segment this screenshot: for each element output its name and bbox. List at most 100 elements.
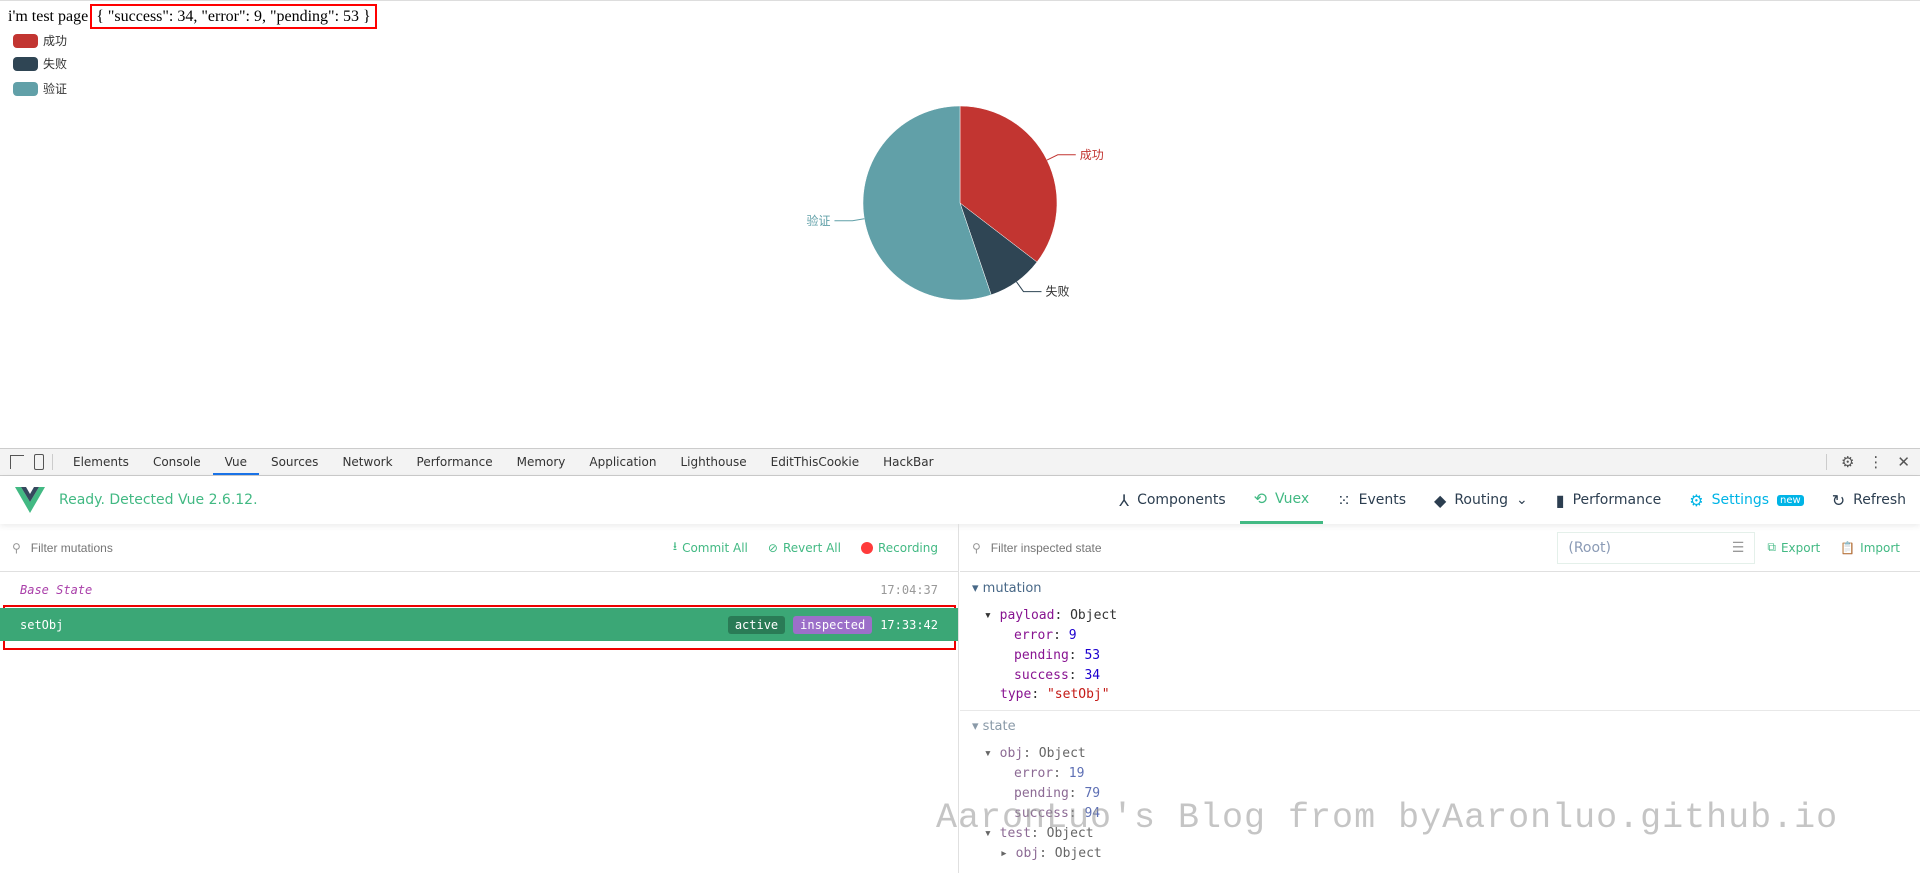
label: Commit All bbox=[682, 540, 748, 555]
revert-all-button[interactable]: ⊘ Revert All bbox=[768, 541, 841, 555]
devtools-tabbar: Elements Console Vue Sources Network Performa… bbox=[0, 449, 1920, 476]
pie-label: 验证 bbox=[806, 213, 830, 228]
legend-swatch bbox=[13, 33, 38, 48]
inspect-element-icon[interactable] bbox=[10, 455, 24, 469]
label-line bbox=[834, 218, 865, 222]
label-line bbox=[1046, 154, 1076, 161]
nav-events[interactable]: ⁙ Events bbox=[1323, 476, 1420, 524]
search-icon: ⚲ bbox=[972, 540, 981, 555]
pie-label: 失败 bbox=[1045, 284, 1069, 299]
chart-icon: ▮ bbox=[1555, 490, 1565, 510]
legend-item-error[interactable]: 失败 bbox=[13, 55, 67, 72]
new-badge: new bbox=[1777, 494, 1804, 506]
download-icon: ⭳ bbox=[672, 539, 678, 553]
key: payload bbox=[999, 608, 1055, 623]
more-options-icon[interactable]: ⋮ bbox=[1868, 453, 1883, 471]
tab-application[interactable]: Application bbox=[577, 449, 668, 475]
state-section[interactable]: ▾ state bbox=[972, 719, 1016, 734]
legend-swatch bbox=[13, 81, 38, 96]
components-icon: ⅄ bbox=[1119, 490, 1130, 510]
tab-editthiscookie[interactable]: EditThisCookie bbox=[759, 449, 872, 475]
close-icon[interactable]: ✕ bbox=[1897, 453, 1910, 471]
value: Object bbox=[1038, 746, 1086, 761]
vue-status: Ready. Detected Vue 2.6.12. bbox=[59, 492, 258, 508]
record-icon bbox=[860, 541, 873, 554]
mutation-type: type: "setObj" bbox=[1000, 687, 1110, 702]
tab-vue[interactable]: Vue bbox=[212, 449, 259, 475]
mutation-item-setobj[interactable]: setObj active inspected 17:33:42 bbox=[0, 608, 958, 641]
legend-item-pending[interactable]: 验证 bbox=[13, 80, 67, 97]
tab-network[interactable]: Network bbox=[330, 449, 404, 475]
nav-label: Vuex bbox=[1275, 490, 1310, 507]
clipboard-icon: 📋 bbox=[1840, 540, 1856, 555]
divider bbox=[960, 710, 1920, 711]
nav-performance[interactable]: ▮ Performance bbox=[1542, 476, 1676, 524]
nav-settings[interactable]: ⚙ Settings new bbox=[1675, 476, 1817, 524]
device-toolbar-icon[interactable] bbox=[34, 454, 44, 470]
payload-node[interactable]: ▾ payload: Object bbox=[984, 608, 1117, 623]
tab-elements[interactable]: Elements bbox=[61, 449, 141, 475]
label: Revert All bbox=[782, 540, 841, 555]
legend-swatch bbox=[13, 56, 38, 71]
payload-pending: pending: 53 bbox=[1014, 648, 1101, 663]
state-error: error: 19 bbox=[1014, 766, 1085, 781]
vue-nav: ⅄ Components ⟲ Vuex ⁙ Events ◆ Routing ⌄ ▮ Perform… bbox=[1105, 476, 1920, 524]
label-line bbox=[1016, 281, 1042, 293]
tab-lighthouse[interactable]: Lighthouse bbox=[668, 449, 758, 475]
key: obj bbox=[1015, 846, 1040, 861]
nav-label: Refresh bbox=[1853, 492, 1906, 508]
value: 53 bbox=[1084, 648, 1101, 663]
nav-label: Components bbox=[1137, 492, 1226, 508]
import-button[interactable]: 📋 Import bbox=[1840, 541, 1900, 555]
label: Import bbox=[1860, 540, 1900, 555]
state-test-obj-node[interactable]: ▸ obj: Object bbox=[1000, 846, 1102, 861]
nav-label: Performance bbox=[1572, 492, 1662, 508]
key: type bbox=[1000, 687, 1032, 702]
inspected-badge: inspected bbox=[793, 615, 873, 634]
inspector-toolbar: ⚲ (Root) ☰ ⧉ Export 📋 Import bbox=[960, 524, 1920, 572]
value: 19 bbox=[1068, 766, 1085, 781]
select-value: (Root) bbox=[1568, 539, 1612, 556]
mutation-name: Base State bbox=[20, 582, 93, 597]
mutation-section[interactable]: ▾ mutation bbox=[972, 581, 1042, 596]
nav-routing[interactable]: ◆ Routing ⌄ bbox=[1420, 476, 1542, 524]
state-obj-node[interactable]: ▾ obj: Object bbox=[984, 746, 1086, 761]
tab-sources[interactable]: Sources bbox=[259, 449, 330, 475]
filter-mutations-input[interactable] bbox=[30, 540, 431, 555]
nav-refresh[interactable]: ↻ Refresh bbox=[1818, 476, 1920, 524]
mutations-toolbar: ⚲ ⭳ Commit All ⊘ Revert All Recording bbox=[0, 524, 958, 572]
payload-error: error: 9 bbox=[1014, 628, 1077, 643]
export-button[interactable]: ⧉ Export bbox=[1767, 540, 1820, 555]
tab-memory[interactable]: Memory bbox=[505, 449, 578, 475]
commit-all-button[interactable]: ⭳ Commit All bbox=[673, 537, 748, 558]
filter-state-input[interactable] bbox=[990, 540, 1391, 555]
history-icon: ⟲ bbox=[1253, 489, 1268, 508]
value: Object bbox=[1054, 846, 1102, 861]
tab-hackbar[interactable]: HackBar bbox=[871, 449, 945, 475]
watermark: AaronLuo's Blog from byAaronluo.github.i… bbox=[936, 798, 1839, 838]
nav-components[interactable]: ⅄ Components bbox=[1105, 476, 1239, 524]
active-badge: active bbox=[727, 615, 786, 634]
value: 9 bbox=[1068, 628, 1077, 643]
tab-console[interactable]: Console bbox=[141, 449, 213, 475]
filter-icon: ☰ bbox=[1731, 539, 1745, 556]
title-text: i'm test page bbox=[8, 8, 89, 25]
mutation-name: setObj bbox=[20, 617, 64, 632]
legend-item-success[interactable]: 成功 bbox=[13, 32, 67, 49]
section-label: state bbox=[982, 719, 1016, 734]
page-title: i'm test page{ "success": 34, "error": 9… bbox=[8, 4, 377, 29]
vue-logo-icon bbox=[15, 487, 45, 513]
chevron-down-icon: ⌄ bbox=[1516, 492, 1528, 508]
mutation-item-base-state[interactable]: Base State 17:04:37 bbox=[0, 573, 958, 606]
revert-icon: ⊘ bbox=[767, 540, 778, 555]
root-select[interactable]: (Root) ☰ bbox=[1557, 531, 1756, 564]
key: obj bbox=[999, 746, 1024, 761]
nav-vuex[interactable]: ⟲ Vuex bbox=[1239, 476, 1324, 524]
recording-button[interactable]: Recording bbox=[860, 541, 938, 555]
key: success bbox=[1014, 668, 1069, 683]
vue-header: Ready. Detected Vue 2.6.12. ⅄ Components ⟲… bbox=[0, 476, 1920, 524]
settings-gear-icon[interactable]: ⚙ bbox=[1841, 453, 1854, 471]
mutations-pane: ⚲ ⭳ Commit All ⊘ Revert All Recording Base… bbox=[0, 524, 959, 873]
tab-performance[interactable]: Performance bbox=[405, 449, 505, 475]
payload-success: success: 34 bbox=[1014, 668, 1101, 683]
